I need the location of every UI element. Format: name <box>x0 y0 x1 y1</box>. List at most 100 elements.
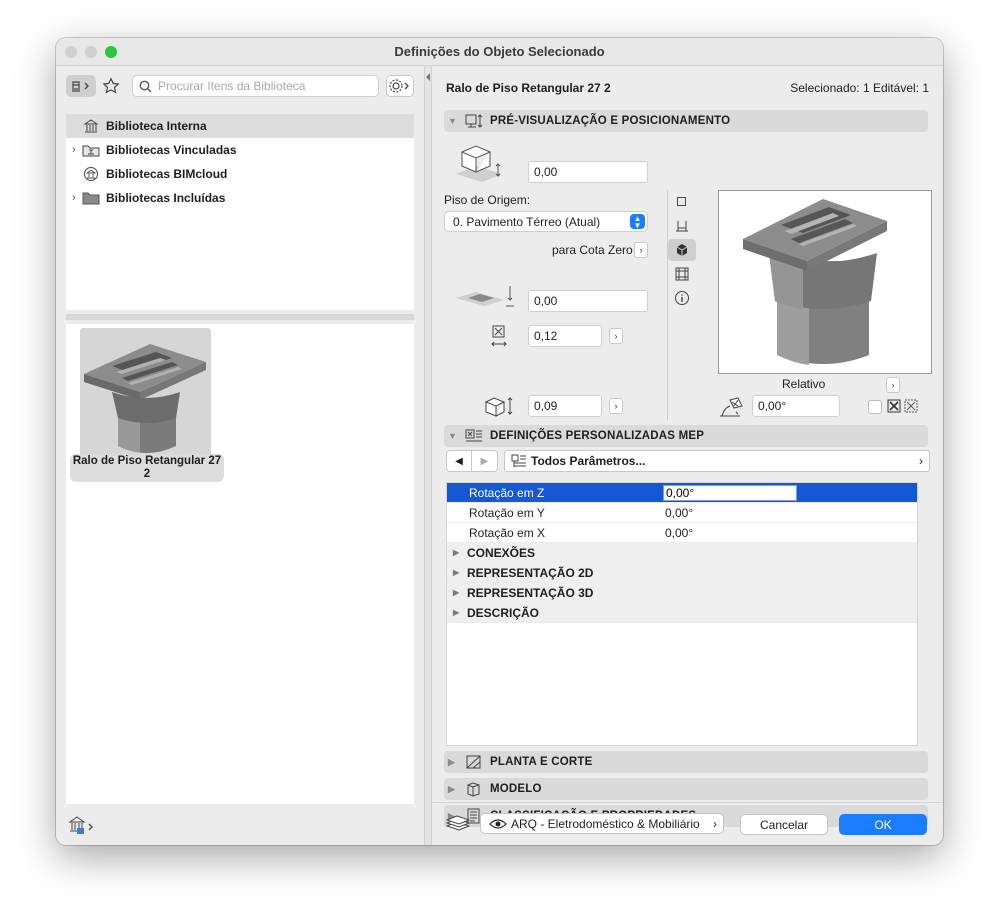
favorites-button[interactable] <box>99 75 123 97</box>
mep-settings-header[interactable]: ▼ DEFINIÇÕES PERSONALIZADAS MEP <box>444 425 928 447</box>
floor-plan-icon <box>464 754 484 770</box>
library-mode-button[interactable] <box>66 75 96 97</box>
library-manager-button[interactable] <box>68 814 98 838</box>
title-bar[interactable]: Definições do Objeto Selecionado <box>56 38 943 66</box>
layer-select[interactable]: ARQ - Eletrodoméstico & Mobiliário › <box>480 813 724 834</box>
disclosure-closed-icon: ▶ <box>453 568 460 577</box>
cancel-button[interactable]: Cancelar <box>740 814 828 835</box>
tree-item-label: Bibliotecas Vinculadas <box>106 143 237 157</box>
info-button[interactable] <box>668 287 696 309</box>
settings-panel: Ralo de Piso Retangular 27 2 Selecionado… <box>432 66 943 845</box>
section-title: PRÉ-VISUALIZAÇÃO E POSICIONAMENTO <box>490 115 731 127</box>
window-title: Definições do Objeto Selecionado <box>394 44 605 59</box>
view-section-button[interactable] <box>668 263 696 285</box>
next-page-button[interactable]: ▶ <box>472 450 498 472</box>
library-manager-icon <box>68 816 93 834</box>
section-title: MODELO <box>490 783 542 795</box>
view-3d-button[interactable] <box>668 239 696 261</box>
selection-info: Selecionado: 1 Editável: 1 <box>790 81 929 95</box>
width-menu-button[interactable]: › <box>609 328 623 344</box>
reference-level-menu-button[interactable]: › <box>634 242 648 258</box>
info-icon <box>675 291 689 305</box>
param-group-description[interactable]: ▶ DESCRIÇÃO <box>447 603 917 623</box>
param-group-3d-representation[interactable]: ▶ REPRESENTAÇÃO 3D <box>447 583 917 603</box>
library-settings-button[interactable] <box>386 75 414 97</box>
bimcloud-icon <box>82 166 100 182</box>
floor-plan-section-header[interactable]: ▶ PLANTA E CORTE <box>444 751 928 773</box>
dialog-window: Definições do Objeto Selecionado Bibliot… <box>56 38 943 845</box>
param-row[interactable]: Rotação em Z 0,00° <box>447 483 917 503</box>
tree-item-label: Bibliotecas BIMcloud <box>106 167 228 181</box>
chevron-right-icon: › <box>713 816 717 831</box>
film-strip-icon <box>675 267 689 281</box>
library-building-icon <box>82 118 100 134</box>
rotation-angle-field[interactable]: 0,00° <box>752 395 840 417</box>
mirror-checkbox[interactable] <box>868 400 882 414</box>
library-items-pane: Ralo de Piso Retangular 27 2 <box>66 324 414 804</box>
sea-level-icon <box>456 286 514 307</box>
ok-button[interactable]: OK <box>839 814 927 835</box>
previous-page-button[interactable]: ◀ <box>446 450 472 472</box>
collapse-arrow-icon[interactable] <box>425 72 431 82</box>
sea-level-field[interactable]: 0,00 <box>528 290 648 312</box>
height-field[interactable]: 0,09 <box>528 395 602 417</box>
tree-item-bimcloud-libraries[interactable]: Bibliotecas BIMcloud <box>66 162 414 186</box>
library-item-thumbnail[interactable] <box>80 328 211 458</box>
disclosure-open-icon: ▼ <box>448 116 458 126</box>
search-input[interactable] <box>158 79 358 93</box>
disclosure-closed-icon: ▶ <box>453 588 460 597</box>
pane-splitter[interactable] <box>66 314 414 320</box>
param-group-connections[interactable]: ▶ CONEXÕES <box>447 543 917 563</box>
folder-icon <box>82 190 100 206</box>
library-tree-icon <box>72 81 89 92</box>
view-2d-symbol-button[interactable] <box>668 191 696 213</box>
object-elevation-icon <box>456 145 502 182</box>
tree-item-linked-libraries[interactable]: › Bibliotecas Vinculadas <box>66 138 414 162</box>
home-story-label: Piso de Origem: <box>444 193 531 207</box>
tree-item-included-libraries[interactable]: › Bibliotecas Incluídas <box>66 186 414 210</box>
param-group-2d-representation[interactable]: ▶ REPRESENTAÇÃO 2D <box>447 563 917 583</box>
stepper-icon: ▲ ▼ <box>630 214 645 229</box>
object-3d-preview[interactable] <box>718 190 932 374</box>
section-title: PLANTA E CORTE <box>490 756 593 768</box>
floor-drain-preview-image <box>84 344 206 453</box>
tree-item-label: Biblioteca Interna <box>106 119 207 133</box>
chevron-right-icon: › <box>919 454 923 468</box>
disclosure-closed-icon: ▶ <box>453 608 460 617</box>
mep-params-icon <box>464 428 484 444</box>
elevation-icon <box>676 221 688 232</box>
width-dimension-icon <box>491 325 507 347</box>
view-elevation-button[interactable] <box>668 215 696 237</box>
chevron-right-icon[interactable]: › <box>66 144 82 156</box>
library-item-label[interactable]: Ralo de Piso Retangular 27 2 <box>70 454 224 482</box>
mirror-icon <box>887 399 918 413</box>
param-nav-row: ◀ ▶ Todos Parâmetros... › <box>446 450 930 474</box>
panel-divider[interactable] <box>424 66 432 845</box>
param-value-editor[interactable]: 0,00° <box>663 485 797 501</box>
object-name: Ralo de Piso Retangular 27 2 <box>446 81 611 95</box>
search-icon <box>139 80 152 93</box>
search-field[interactable] <box>132 75 379 97</box>
param-row[interactable]: Rotação em Y 0,00° <box>447 503 917 523</box>
preview-mode-menu-button[interactable]: › <box>886 377 900 393</box>
linked-folder-icon <box>82 142 100 158</box>
preview-positioning-header[interactable]: ▼ PRÉ-VISUALIZAÇÃO E POSICIONAMENTO <box>444 110 928 132</box>
gear-icon <box>389 79 409 93</box>
param-row[interactable]: Rotação em X 0,00° <box>447 523 917 543</box>
library-panel: Biblioteca Interna › Bibliotecas Vincula… <box>56 66 424 845</box>
width-field[interactable]: 0,12 <box>528 325 602 347</box>
model-section-header[interactable]: ▶ MODELO <box>444 778 928 800</box>
home-story-select[interactable]: 0. Pavimento Térreo (Atual) ▲ ▼ <box>444 211 648 232</box>
chevron-right-icon[interactable]: › <box>66 192 82 204</box>
preview-mode-label: Relativo <box>782 377 826 391</box>
params-list-icon <box>511 454 526 467</box>
footer-separator <box>432 802 943 803</box>
height-menu-button[interactable]: › <box>609 398 623 414</box>
reference-level-label: para Cota Zero <box>552 243 633 257</box>
tree-item-internal-library[interactable]: Biblioteca Interna <box>66 114 414 138</box>
square-icon <box>677 197 686 206</box>
model-cube-icon <box>464 781 484 797</box>
layers-icon <box>445 815 471 831</box>
param-filter-select[interactable]: Todos Parâmetros... › <box>504 450 930 472</box>
elevation-field[interactable]: 0,00 <box>528 161 648 183</box>
